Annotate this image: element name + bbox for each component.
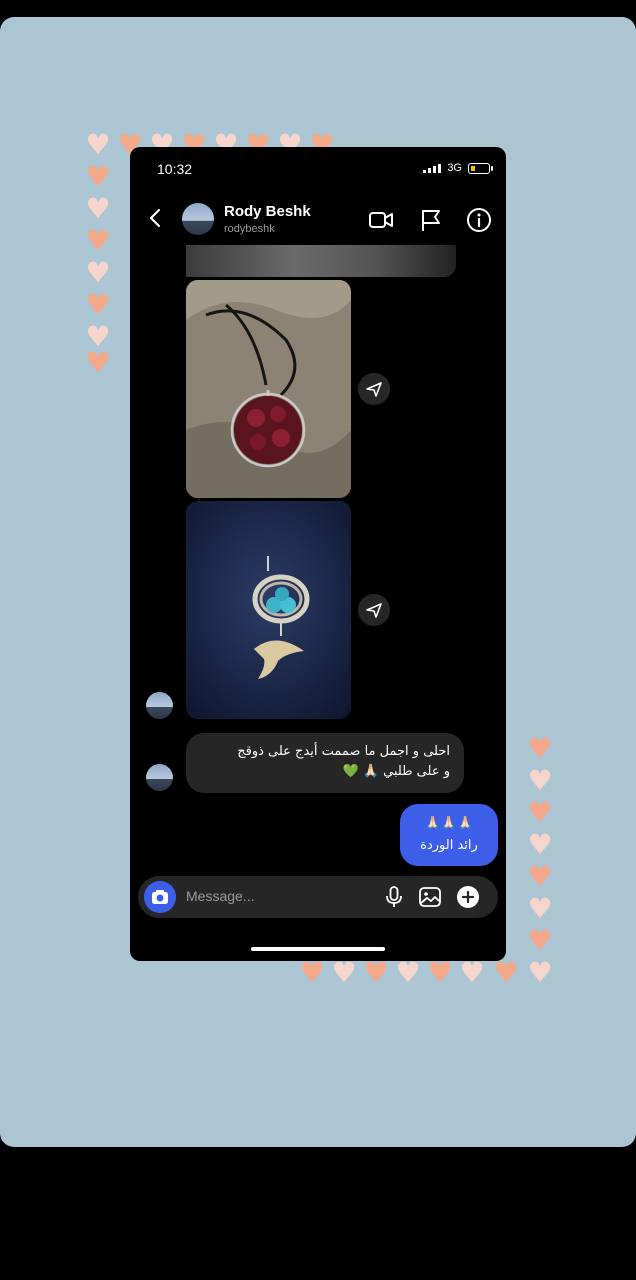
shared-photo[interactable] (186, 245, 456, 277)
heart-icon: ♥ (331, 956, 357, 989)
heart-icon: ♥ (527, 764, 553, 797)
status-bar-right: 3G (423, 162, 493, 174)
heart-icon: ♥ (459, 956, 485, 989)
heart-icon: ♥ (395, 956, 421, 989)
battery-icon (468, 162, 493, 174)
outgoing-message[interactable]: 🙏🏻🙏🏻🙏🏻 رائد الوردة (400, 804, 498, 866)
status-time: 10:32 (157, 161, 193, 177)
heart-icon: ♥ (85, 224, 111, 257)
heart-icon: ♥ (85, 256, 111, 289)
heart-icon: ♥ (527, 828, 553, 861)
contact-handle: rodybeshk (224, 223, 275, 235)
contact-name[interactable]: Rody Beshk (224, 203, 311, 220)
heart-icon: ♥ (527, 796, 553, 829)
message-text: و على طلبي 🙏🏻 💚 (342, 764, 451, 779)
info-icon[interactable] (466, 207, 492, 233)
heart-icon: ♥ (493, 956, 519, 989)
microphone-icon[interactable] (382, 885, 406, 909)
heart-icon: ♥ (363, 956, 389, 989)
camera-icon[interactable] (144, 881, 176, 913)
shared-photo[interactable] (186, 501, 351, 719)
heart-icon: ♥ (527, 892, 553, 925)
heart-icon: ♥ (85, 288, 111, 321)
avatar[interactable] (182, 203, 214, 235)
avatar (146, 692, 173, 719)
plus-circle-icon[interactable] (456, 885, 480, 909)
paper-plane-icon[interactable] (358, 594, 390, 626)
heart-icon: ♥ (85, 192, 111, 225)
chat-header: Rody Beshk rodybeshk (130, 197, 506, 241)
avatar (146, 764, 173, 791)
incoming-message[interactable]: احلى و اجمل ما صممت أيدج على ذوقج و على … (186, 733, 464, 793)
video-camera-icon[interactable] (368, 207, 394, 233)
message-composer[interactable]: Message... (138, 876, 498, 918)
heart-icon: ♥ (527, 956, 553, 989)
message-input[interactable]: Message... (186, 888, 254, 904)
heart-icon: ♥ (299, 956, 325, 989)
heart-icon: ♥ (527, 860, 553, 893)
heart-icon: ♥ (85, 160, 111, 193)
flag-icon[interactable] (418, 207, 444, 233)
dm-screenshot: 10:32 3G Rody Beshk rodybeshk احلى و اجم… (130, 147, 506, 961)
home-indicator (251, 947, 385, 951)
message-text: 🙏🏻🙏🏻🙏🏻 (424, 816, 474, 831)
heart-icon: ♥ (527, 924, 553, 957)
chevron-left-icon[interactable] (146, 207, 166, 229)
message-text: احلى و اجمل ما صممت أيدج على ذوقج (237, 744, 450, 759)
image-icon[interactable] (418, 885, 442, 909)
network-label: 3G (447, 162, 462, 174)
photo-pendant-nest (186, 501, 351, 719)
message-text: رائد الوردة (420, 838, 478, 853)
heart-icon: ♥ (527, 732, 553, 765)
paper-plane-icon[interactable] (358, 373, 390, 405)
heart-icon: ♥ (427, 956, 453, 989)
heart-icon: ♥ (85, 346, 111, 379)
shared-photo[interactable] (186, 280, 351, 498)
photo-pendant-red (186, 280, 351, 498)
signal-icon (423, 163, 442, 173)
heart-icon: ♥ (85, 128, 111, 161)
